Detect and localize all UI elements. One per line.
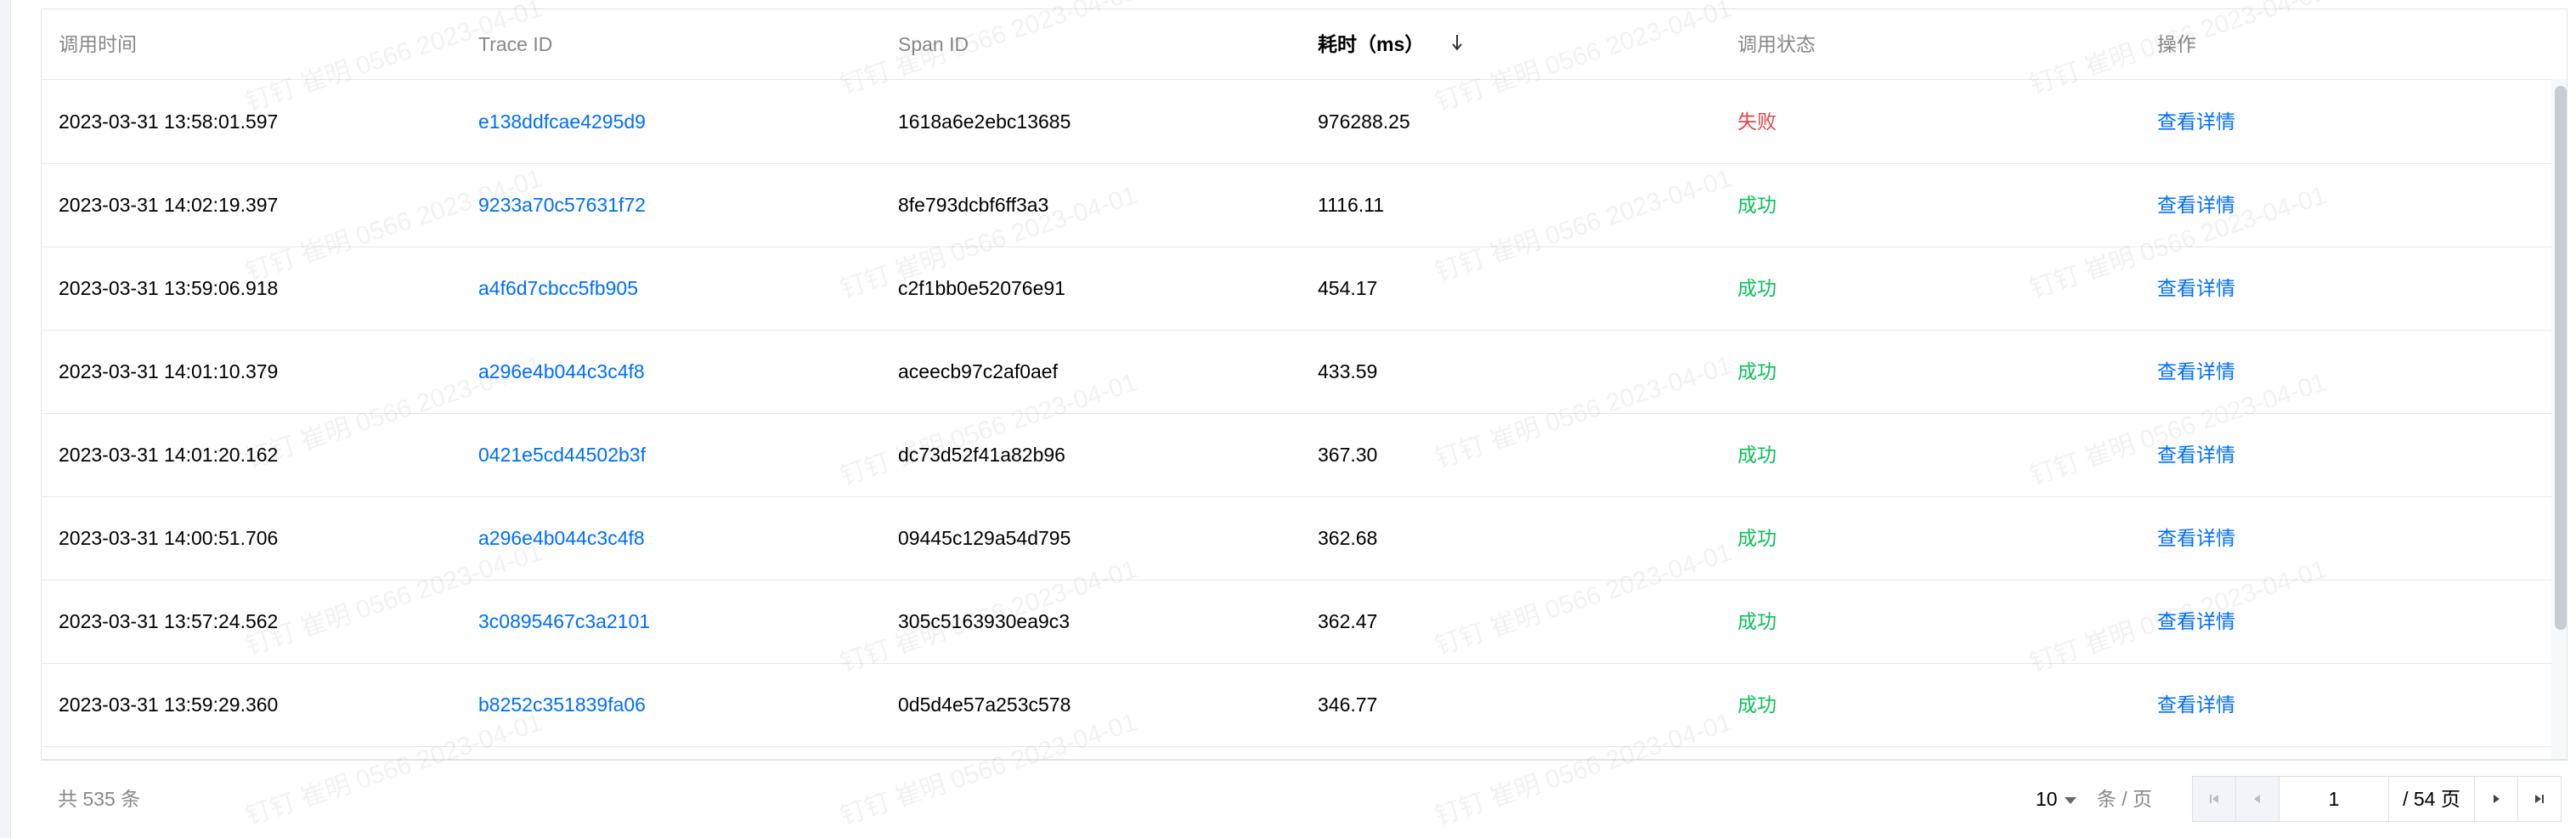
table-row: 2023-03-31 14:01:10.379 a296e4b044c3c4f8 a… — [42, 330, 2556, 414]
cell-trace-id-link[interactable]: 3c0895467c3a2101 — [478, 580, 650, 663]
table-row: 2023-03-31 14:00:51.706 a296e4b044c3c4f8 0… — [42, 496, 2556, 580]
cell-status: 成功 — [1737, 694, 1777, 716]
view-details-link[interactable]: 查看详情 — [2157, 663, 2235, 746]
cell-call-time: 2023-03-31 13:57:24.562 — [59, 610, 279, 632]
pagination-bar: 共 535 条 10 条 / 页 / 54 页 — [41, 769, 2566, 829]
cell-trace-id-link[interactable]: a296e4b044c3c4f8 — [478, 330, 645, 413]
cell-trace-id-link[interactable]: 0421e5cd44502b3f — [478, 413, 646, 496]
cell-span-id: c2f1bb0e52076e91 — [898, 277, 1065, 299]
prev-page-button[interactable] — [2236, 777, 2279, 821]
table-row: 2023-03-31 14:02:19.397 9233a70c57631f72 8… — [42, 163, 2556, 247]
cell-status: 失败 — [1737, 110, 1777, 133]
cell-status: 成功 — [1737, 444, 1777, 466]
cell-span-id: aceecb97c2af0aef — [898, 360, 1058, 382]
cell-duration: 362.47 — [1318, 610, 1378, 632]
cell-span-id: 1618a6e2ebc13685 — [898, 110, 1071, 133]
table-row: 2023-03-31 13:59:29.360 b8252c351839fa06 0… — [42, 663, 2556, 747]
chevron-down-icon — [2064, 797, 2076, 804]
column-header-time[interactable]: 调用时间 — [59, 9, 137, 79]
cell-trace-id-link[interactable]: a4f6d7cbcc5fb905 — [478, 246, 638, 330]
view-details-link[interactable]: 查看详情 — [2157, 80, 2235, 163]
cell-call-time: 2023-03-31 14:02:19.397 — [59, 194, 279, 216]
view-details-link[interactable]: 查看详情 — [2157, 246, 2235, 330]
column-header-duration-label: 耗时（ms） — [1318, 33, 1425, 55]
cell-status: 成功 — [1737, 360, 1777, 382]
page-number-input[interactable] — [2279, 777, 2389, 821]
table-header: 调用时间 Trace ID Span ID 耗时（ms） 调用状态 操作 — [42, 9, 2556, 80]
cell-span-id: 8fe793dcbf6ff3a3 — [898, 194, 1049, 216]
trace-table: 调用时间 Trace ID Span ID 耗时（ms） 调用状态 操作 202… — [41, 8, 2568, 761]
view-details-link[interactable]: 查看详情 — [2157, 330, 2235, 413]
table-row: 2023-03-31 13:59:06.918 a4f6d7cbcc5fb905 c… — [42, 246, 2556, 331]
next-page-icon — [2494, 795, 2500, 803]
scrollbar-thumb[interactable] — [2555, 86, 2567, 630]
first-page-icon — [2210, 795, 2218, 803]
page: 调用时间 Trace ID Span ID 耗时（ms） 调用状态 操作 202… — [0, 0, 2576, 838]
page-size-value: 10 — [2036, 788, 2058, 810]
cell-duration: 1116.11 — [1318, 194, 1385, 216]
column-header-status[interactable]: 调用状态 — [1737, 9, 1816, 79]
cell-call-time: 2023-03-31 14:01:10.379 — [59, 360, 279, 382]
table-row: 2023-03-31 13:58:01.597 e138ddfcae4295d9 1… — [42, 80, 2556, 164]
sort-down-icon[interactable] — [1450, 11, 1464, 51]
last-page-icon — [2535, 795, 2544, 803]
cell-duration: 433.59 — [1318, 360, 1378, 382]
cell-duration: 362.68 — [1318, 527, 1378, 549]
cell-status: 成功 — [1737, 527, 1777, 549]
last-page-button[interactable] — [2518, 777, 2561, 821]
cell-call-time: 2023-03-31 13:59:29.360 — [59, 694, 279, 716]
total-count: 共 535 条 — [58, 788, 141, 810]
cell-duration: 367.30 — [1318, 444, 1378, 466]
next-page-button[interactable] — [2475, 777, 2518, 821]
cell-duration: 346.77 — [1318, 694, 1378, 716]
cell-span-id: 09445c129a54d795 — [898, 527, 1071, 549]
cell-duration: 454.17 — [1318, 277, 1378, 299]
cell-span-id: 305c5163930ea9c3 — [898, 610, 1071, 632]
cell-status: 成功 — [1737, 277, 1777, 299]
cell-span-id: dc73d52f41a82b96 — [898, 444, 1065, 466]
first-page-button[interactable] — [2193, 777, 2236, 821]
column-header-span-id[interactable]: Span ID — [898, 9, 969, 79]
column-header-actions: 操作 — [2157, 33, 2196, 55]
cell-duration: 976288.25 — [1318, 110, 1410, 133]
view-details-link[interactable]: 查看详情 — [2157, 496, 2235, 580]
total-pages: / 54 页 — [2389, 777, 2475, 821]
cell-trace-id-link[interactable]: 9233a70c57631f72 — [478, 163, 646, 246]
table-row: 2023-03-31 13:57:24.562 3c0895467c3a2101 3… — [42, 580, 2556, 664]
column-header-trace-id[interactable]: Trace ID — [478, 9, 552, 79]
cell-status: 成功 — [1737, 610, 1777, 632]
per-page-label: 条 / 页 — [2097, 788, 2153, 810]
page-size-select[interactable]: 10 — [2036, 769, 2076, 829]
pager: / 54 页 — [2192, 776, 2562, 822]
cell-trace-id-link[interactable]: e138ddfcae4295d9 — [478, 80, 646, 163]
column-header-duration[interactable]: 耗时（ms） — [1318, 9, 1464, 79]
cell-status: 成功 — [1737, 194, 1777, 216]
cell-call-time: 2023-03-31 13:59:06.918 — [59, 277, 279, 299]
left-panel-edge — [0, 0, 11, 838]
cell-trace-id-link[interactable]: b8252c351839fa06 — [478, 663, 646, 746]
view-details-link[interactable]: 查看详情 — [2157, 580, 2235, 663]
view-details-link[interactable]: 查看详情 — [2157, 413, 2235, 496]
view-details-link[interactable]: 查看详情 — [2157, 163, 2235, 246]
table-row: 2023-03-31 14:01:20.162 0421e5cd44502b3f d… — [42, 413, 2556, 497]
cell-trace-id-link[interactable]: a296e4b044c3c4f8 — [478, 496, 645, 580]
cell-call-time: 2023-03-31 14:00:51.706 — [59, 527, 279, 549]
cell-call-time: 2023-03-31 14:01:20.162 — [59, 444, 279, 466]
prev-page-icon — [2254, 795, 2260, 803]
cell-span-id: 0d5d4e57a253c578 — [898, 694, 1071, 716]
cell-call-time: 2023-03-31 13:58:01.597 — [59, 110, 279, 133]
